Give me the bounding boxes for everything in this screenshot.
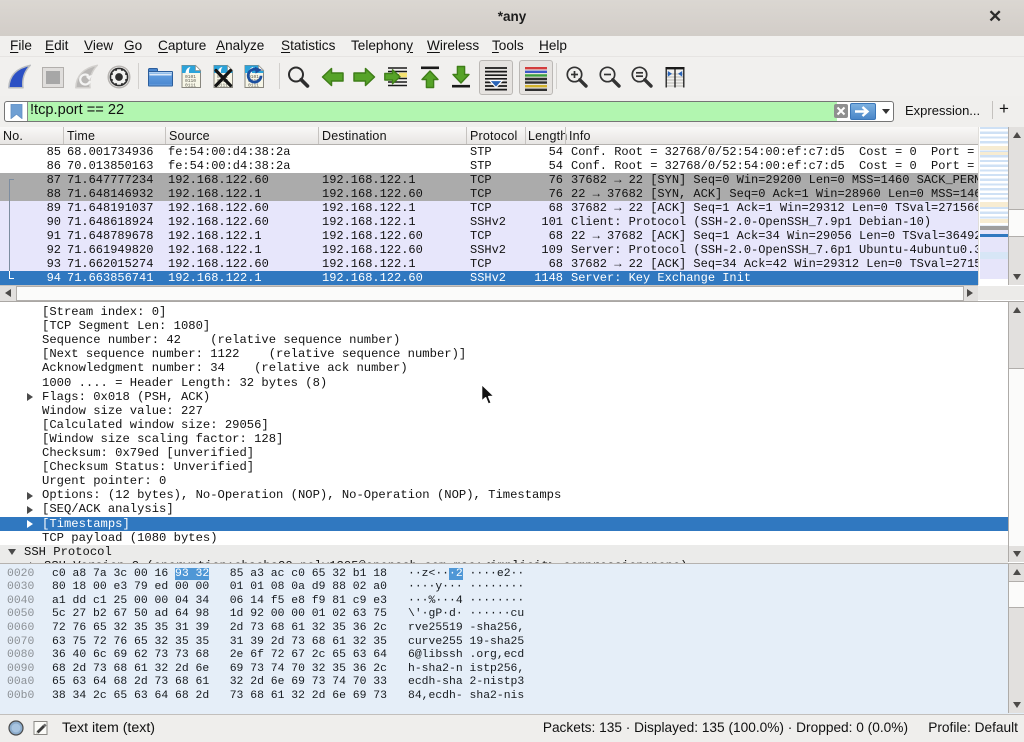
svg-text:0111: 0111 (185, 82, 196, 88)
